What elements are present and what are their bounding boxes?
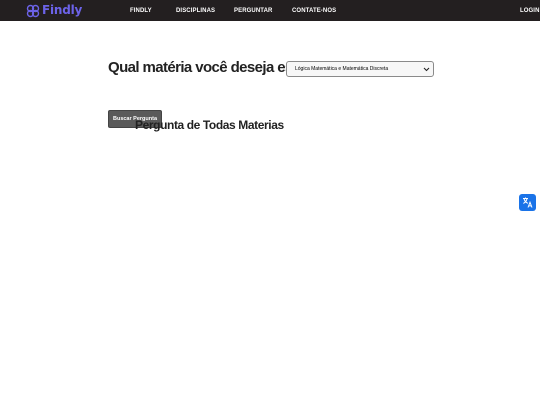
- nav-item-contate-nos[interactable]: CONTATE-NOS: [292, 0, 336, 21]
- login-link[interactable]: LOGIN O: [520, 0, 540, 21]
- nav-item-findly[interactable]: FINDLY: [130, 0, 152, 21]
- translate-icon: [523, 197, 533, 208]
- subject-select-value: Lógica Matemática e Matemática Discreta: [295, 66, 389, 72]
- brand-name: Findly: [42, 3, 83, 17]
- findly-logo-icon: [26, 4, 40, 17]
- results-title: Pergunta de Todas Materias: [135, 118, 284, 132]
- subject-prompt: Qual matéria você deseja escolher?: [108, 59, 290, 76]
- nav-item-disciplinas[interactable]: DISCIPLINAS: [176, 0, 215, 21]
- top-navbar: Findly FINDLY DISCIPLINAS PERGUNTAR CONT…: [0, 0, 540, 21]
- subject-select[interactable]: Lógica Matemática e Matemática Discreta: [286, 61, 434, 77]
- brand-logo[interactable]: Findly: [26, 3, 82, 18]
- translate-widget-button[interactable]: [519, 194, 536, 211]
- nav-item-perguntar[interactable]: PERGUNTAR: [234, 0, 272, 21]
- chevron-down-icon: [423, 67, 430, 72]
